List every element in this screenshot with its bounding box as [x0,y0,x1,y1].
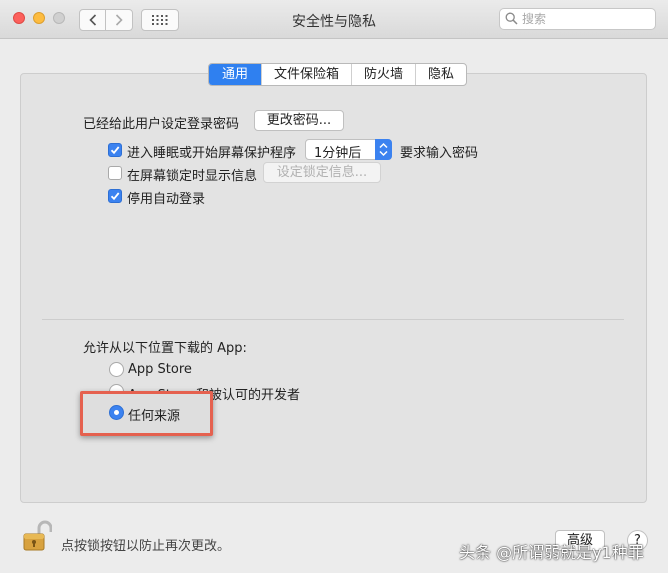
password-delay-value: 1分钟后 [314,146,362,161]
lock-hint-text: 点按锁按钮以防止再次更改。 [61,539,231,554]
checkmark-icon [110,192,120,201]
require-password-suffix: 要求输入密码 [400,146,479,161]
require-password-checkbox[interactable] [108,143,122,157]
lock-message-checkbox[interactable] [108,166,122,180]
password-delay-select[interactable]: 1分钟后 [305,139,392,161]
tab-firewall[interactable]: 防火墙 [351,64,415,85]
radio-app-store-label: App Store [128,362,192,377]
disable-autologin-label: 停用自动登录 [127,192,206,207]
tab-privacy[interactable]: 隐私 [415,64,466,85]
require-password-label: 进入睡眠或开始屏幕保护程序 [127,146,297,161]
unlocked-padlock-icon[interactable] [22,520,52,552]
login-password-label: 已经给此用户设定登录密码 [83,117,240,132]
tab-bar: 通用 文件保险箱 防火墙 隐私 [208,63,468,86]
change-password-button[interactable]: 更改密码... [254,110,344,131]
lock-message-label: 在屏幕锁定时显示信息 [127,169,258,184]
radio-app-store[interactable] [109,362,124,377]
tab-filevault[interactable]: 文件保险箱 [261,64,351,85]
window-toolbar: 安全性与隐私 [0,0,668,39]
radio-anywhere-label: 任何来源 [128,409,181,424]
search-box[interactable] [499,8,656,30]
select-arrows-icon [375,139,392,160]
tab-general[interactable]: 通用 [209,64,262,85]
watermark-text: 头条 @所谓弱就是y1种罪 [459,543,644,562]
section-divider [42,319,624,320]
search-input[interactable] [522,9,650,29]
checkmark-icon [110,146,120,155]
radio-anywhere[interactable] [109,405,124,420]
settings-panel [20,73,647,503]
download-source-heading: 允许从以下位置下载的 App: [83,341,247,356]
set-lock-message-button[interactable]: 设定锁定信息... [263,162,381,183]
search-icon [505,12,518,25]
disable-autologin-checkbox[interactable] [108,189,122,203]
